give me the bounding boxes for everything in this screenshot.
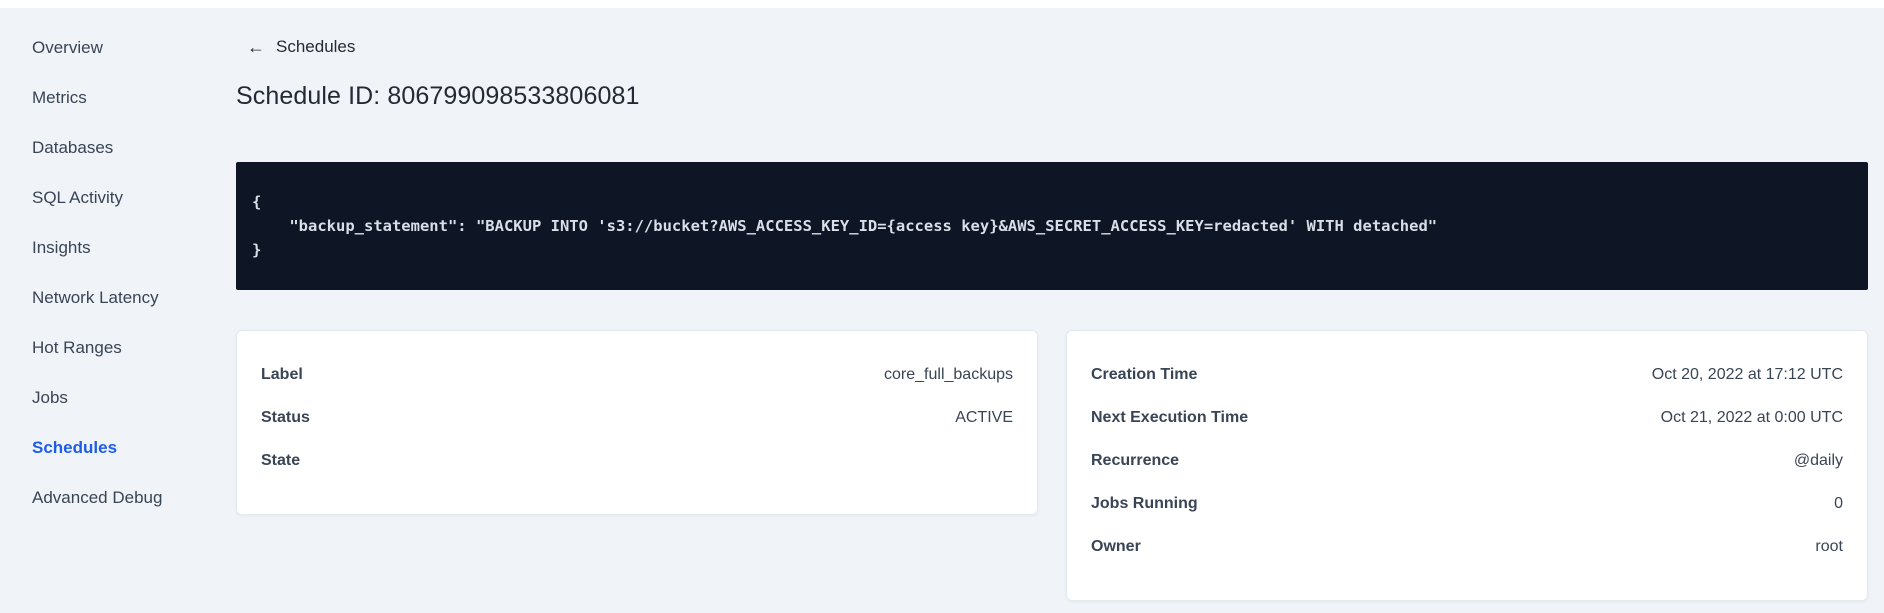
detail-row-next-execution-time: Next Execution Time Oct 21, 2022 at 0:00… — [1091, 396, 1843, 439]
detail-row-label: Label core_full_backups — [261, 353, 1013, 396]
detail-row-jobs-running: Jobs Running 0 — [1091, 482, 1843, 525]
detail-row-owner: Owner root — [1091, 525, 1843, 568]
sidebar-item-metrics[interactable]: Metrics — [32, 88, 236, 108]
detail-label: Creation Time — [1091, 365, 1198, 383]
detail-label: Next Execution Time — [1091, 408, 1249, 426]
sidebar-item-databases[interactable]: Databases — [32, 138, 236, 158]
detail-row-status: Status ACTIVE — [261, 396, 1013, 439]
detail-value: @daily — [1793, 451, 1843, 469]
detail-label: Status — [261, 408, 310, 426]
sidebar-item-overview[interactable]: Overview — [32, 38, 236, 58]
detail-label: Recurrence — [1091, 451, 1180, 469]
detail-value: Oct 20, 2022 at 17:12 UTC — [1651, 365, 1843, 383]
detail-value: 0 — [1834, 494, 1843, 512]
schedule-summary-card: Label core_full_backups Status ACTIVE St… — [236, 330, 1038, 515]
sidebar-item-insights[interactable]: Insights — [32, 238, 236, 258]
sidebar: Overview Metrics Databases SQL Activity … — [0, 8, 236, 613]
detail-value: ACTIVE — [955, 408, 1013, 426]
detail-value: Oct 21, 2022 at 0:00 UTC — [1660, 408, 1843, 426]
detail-label: Owner — [1091, 537, 1141, 555]
detail-row-state: State — [261, 439, 1013, 482]
sidebar-item-advanced-debug[interactable]: Advanced Debug — [32, 488, 236, 508]
sidebar-item-hot-ranges[interactable]: Hot Ranges — [32, 338, 236, 358]
top-strip — [0, 0, 1884, 8]
detail-row-recurrence: Recurrence @daily — [1091, 439, 1843, 482]
detail-label: Jobs Running — [1091, 494, 1198, 512]
main-content: ← Schedules Schedule ID: 806799098533806… — [236, 8, 1884, 613]
detail-label: Label — [261, 365, 303, 383]
sidebar-item-schedules[interactable]: Schedules — [32, 438, 236, 458]
app-layout: Overview Metrics Databases SQL Activity … — [0, 8, 1884, 613]
code-line: } — [252, 241, 262, 259]
sidebar-item-jobs[interactable]: Jobs — [32, 388, 236, 408]
detail-value: core_full_backups — [884, 365, 1013, 383]
arrow-left-icon: ← — [247, 37, 265, 57]
detail-value: root — [1815, 537, 1843, 555]
page-title: Schedule ID: 806799098533806081 — [236, 82, 640, 110]
back-link-label: Schedules — [276, 37, 356, 56]
detail-row-creation-time: Creation Time Oct 20, 2022 at 17:12 UTC — [1091, 353, 1843, 396]
sidebar-item-network-latency[interactable]: Network Latency — [32, 288, 236, 308]
detail-label: State — [261, 451, 301, 469]
schedule-timing-card: Creation Time Oct 20, 2022 at 17:12 UTC … — [1066, 330, 1868, 601]
code-line: { — [252, 193, 262, 211]
sidebar-item-sql-activity[interactable]: SQL Activity — [32, 188, 236, 208]
back-to-schedules-link[interactable]: ← Schedules — [247, 36, 355, 58]
code-block: { "backup_statement": "BACKUP INTO 's3:/… — [236, 162, 1868, 290]
detail-cards: Label core_full_backups Status ACTIVE St… — [236, 330, 1868, 601]
code-line: "backup_statement": "BACKUP INTO 's3://b… — [252, 217, 1438, 235]
